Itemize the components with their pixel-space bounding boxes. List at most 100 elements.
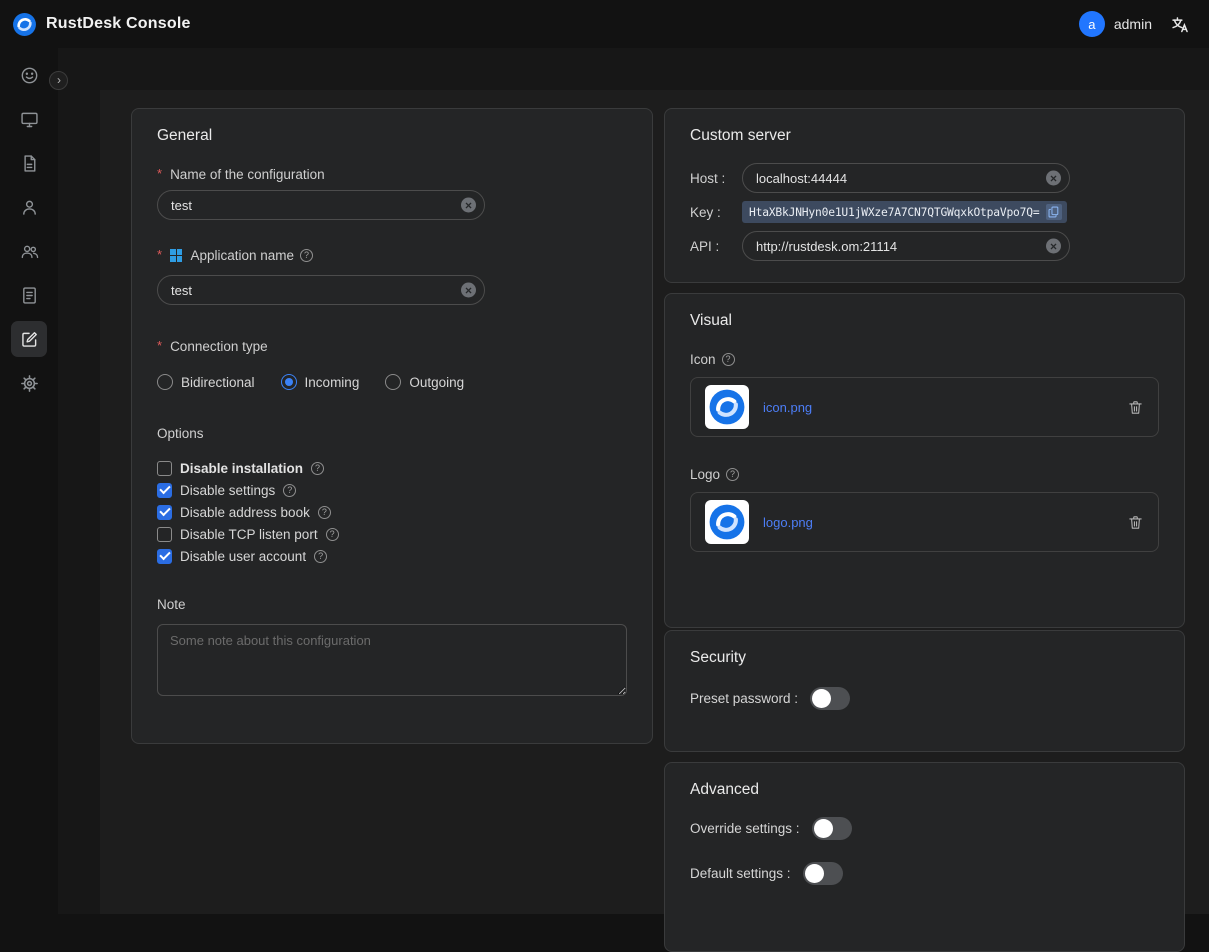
radio-outgoing[interactable]: Outgoing [385, 374, 464, 390]
note-label: Note [157, 597, 627, 612]
sidebar-item-settings[interactable] [11, 365, 47, 401]
user-icon [19, 197, 40, 218]
api-input[interactable] [742, 231, 1070, 261]
checkbox-disable-tcp-listen-port[interactable]: Disable TCP listen port [157, 523, 627, 545]
gear-icon [19, 373, 40, 394]
help-icon[interactable] [283, 484, 296, 497]
preset-password-label: Preset password : [690, 691, 798, 706]
trash-icon[interactable] [1127, 399, 1144, 416]
radio-incoming[interactable]: Incoming [281, 374, 360, 390]
logo-file-link[interactable]: logo.png [763, 515, 813, 530]
avatar-initial: a [1088, 17, 1095, 32]
host-label: Host : [690, 171, 742, 186]
users-icon [19, 241, 40, 262]
checkbox-control [157, 505, 172, 520]
sidebar-item-audit-log[interactable] [11, 277, 47, 313]
username: admin [1114, 16, 1152, 32]
default-settings-label: Default settings : [690, 866, 791, 881]
help-icon[interactable] [311, 462, 324, 475]
icon-file-link[interactable]: icon.png [763, 400, 812, 415]
required-asterisk: * [157, 166, 162, 181]
general-card-title: General [157, 127, 627, 145]
checkbox-control [157, 483, 172, 498]
edit-icon [19, 329, 40, 350]
sidebar-item-configurations[interactable] [11, 321, 47, 357]
windows-icon [170, 249, 182, 261]
icon-upload-box: icon.png [690, 377, 1159, 437]
api-label: API : [690, 239, 742, 254]
required-asterisk: * [157, 338, 162, 353]
journal-icon [19, 285, 40, 306]
sidebar-item-groups[interactable] [11, 233, 47, 269]
advanced-title: Advanced [690, 781, 1159, 799]
help-icon[interactable] [722, 353, 735, 366]
radio-bidirectional[interactable]: Bidirectional [157, 374, 255, 390]
rustdesk-logo-icon [12, 12, 37, 37]
general-card: General * Name of the configuration * Ap… [131, 108, 653, 744]
preset-password-toggle[interactable] [810, 687, 850, 710]
help-icon[interactable] [300, 249, 313, 262]
trash-icon[interactable] [1127, 514, 1144, 531]
default-settings-toggle[interactable] [803, 862, 843, 885]
checkbox-disable-settings[interactable]: Disable settings [157, 479, 627, 501]
advanced-card: Advanced Override settings : Default set… [664, 762, 1185, 952]
security-card: Security Preset password : [664, 630, 1185, 752]
copy-icon[interactable] [1046, 204, 1062, 220]
app-title: RustDesk Console [46, 15, 191, 33]
monitor-icon [19, 109, 40, 130]
required-asterisk: * [157, 247, 162, 262]
sidebar [0, 48, 58, 914]
connection-type-radio-group: Bidirectional Incoming Outgoing [157, 374, 627, 390]
key-label: Key : [690, 205, 742, 220]
override-settings-toggle[interactable] [812, 817, 852, 840]
key-value: HtaXBkJNHyn0e1U1jWXze7A7CN7QTGWqxkOtpaVp… [749, 206, 1039, 219]
connection-type-label: * Connection type [157, 339, 627, 354]
default-settings-row: Default settings : [690, 862, 1159, 885]
sidebar-item-documents[interactable] [11, 145, 47, 181]
options-check-list: Disable installation Disable settings Di… [157, 457, 627, 567]
clear-icon[interactable] [461, 198, 476, 213]
override-settings-label: Override settings : [690, 821, 800, 836]
sidebar-expand-button[interactable]: › [49, 71, 68, 90]
preset-password-row: Preset password : [690, 687, 1159, 710]
checkbox-control [157, 527, 172, 542]
help-icon[interactable] [318, 506, 331, 519]
help-icon[interactable] [726, 468, 739, 481]
checkbox-control [157, 549, 172, 564]
clear-icon[interactable] [1046, 171, 1061, 186]
translate-icon[interactable] [1170, 14, 1191, 35]
options-label: Options [157, 426, 627, 441]
help-icon[interactable] [326, 528, 339, 541]
sidebar-item-status[interactable] [11, 57, 47, 93]
visual-title: Visual [690, 312, 1159, 330]
checkbox-disable-address-book[interactable]: Disable address book [157, 501, 627, 523]
custom-server-title: Custom server [690, 127, 1159, 145]
clear-icon[interactable] [461, 283, 476, 298]
api-row: API : [690, 231, 1159, 261]
host-input[interactable] [742, 163, 1070, 193]
security-title: Security [690, 649, 1159, 667]
icon-label: Icon [690, 352, 1159, 367]
smiley-icon [19, 65, 40, 86]
user-menu[interactable]: a admin [1079, 11, 1152, 37]
note-textarea[interactable] [157, 624, 627, 696]
custom-server-card: Custom server Host : Key : HtaXBkJNHyn0e… [664, 108, 1185, 283]
radio-control [385, 374, 401, 390]
logo-upload-box: logo.png [690, 492, 1159, 552]
document-icon [19, 153, 40, 174]
sidebar-item-devices[interactable] [11, 101, 47, 137]
sidebar-item-users[interactable] [11, 189, 47, 225]
app-name-field-label: * Application name [157, 248, 627, 263]
icon-preview [705, 385, 749, 429]
visual-card: Visual Icon icon.png Logo [664, 293, 1185, 628]
topbar: RustDesk Console a admin [0, 0, 1209, 48]
avatar: a [1079, 11, 1105, 37]
clear-icon[interactable] [1046, 239, 1061, 254]
radio-control [281, 374, 297, 390]
app-name-input[interactable] [157, 275, 485, 305]
checkbox-disable-installation[interactable]: Disable installation [157, 457, 627, 479]
logo-label: Logo [690, 467, 1159, 482]
config-name-input[interactable] [157, 190, 485, 220]
help-icon[interactable] [314, 550, 327, 563]
checkbox-disable-user-account[interactable]: Disable user account [157, 545, 627, 567]
